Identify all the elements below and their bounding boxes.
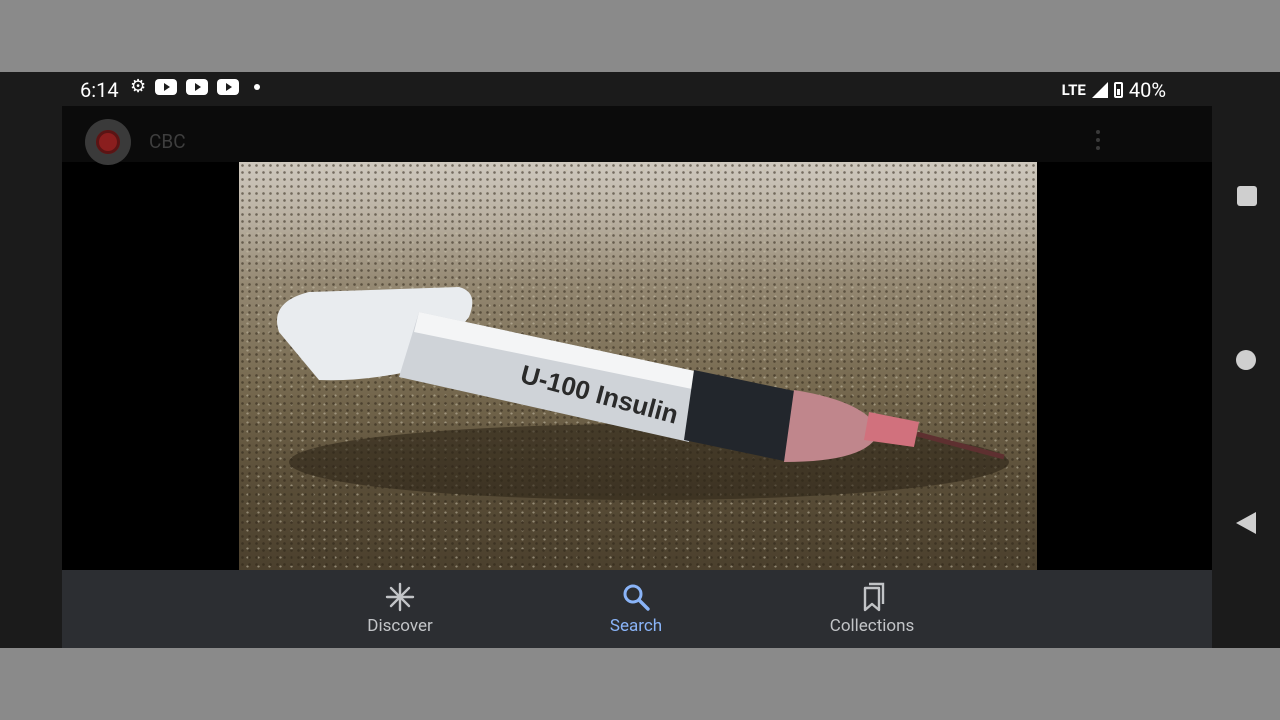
back-icon[interactable]	[1236, 512, 1256, 534]
recents-icon[interactable]	[1237, 186, 1257, 206]
network-type: LTE	[1061, 81, 1086, 99]
asterisk-icon	[385, 582, 415, 612]
nav-discover[interactable]: Discover	[330, 570, 470, 648]
status-right: LTE 40%	[1062, 78, 1166, 102]
app-content: CBC U-100 Insulin Discover Search Collec…	[62, 106, 1212, 648]
nav-label-search: Search	[609, 616, 663, 636]
collections-icon	[863, 582, 885, 612]
status-time: 6:14	[80, 78, 119, 102]
nav-search[interactable]: Search	[566, 570, 706, 648]
youtube-icon	[186, 79, 209, 95]
bottom-navigation: Discover Search Collections	[62, 570, 1212, 648]
nav-label-collections: Collections	[829, 616, 915, 636]
syringe-illustration: U-100 Insulin	[277, 287, 1009, 500]
system-navigation	[1212, 106, 1280, 648]
signal-icon	[1091, 82, 1108, 98]
dot-icon	[254, 84, 261, 90]
battery-icon	[1113, 82, 1123, 98]
cbc-logo-icon	[96, 130, 120, 154]
more-options-icon[interactable]	[1096, 130, 1100, 150]
phone-screen: 6:14 ⚙ LTE 40% CBC U-100 Insulin Discove…	[0, 72, 1280, 648]
battery-percent: 40%	[1128, 78, 1166, 102]
gear-icon: ⚙	[130, 76, 147, 97]
source-avatar[interactable]	[85, 119, 131, 165]
home-icon[interactable]	[1236, 350, 1256, 370]
youtube-icon	[217, 79, 240, 95]
status-bar: 6:14 ⚙ LTE 40%	[62, 72, 1212, 106]
article-image[interactable]: U-100 Insulin	[239, 162, 1037, 570]
nav-collections[interactable]: Collections	[802, 570, 942, 648]
youtube-icon	[155, 79, 178, 95]
search-icon	[623, 584, 650, 611]
notification-icons: ⚙	[130, 76, 261, 97]
nav-label-discover: Discover	[367, 616, 433, 636]
source-name[interactable]: CBC	[149, 130, 186, 153]
app-header: CBC	[62, 106, 1212, 165]
